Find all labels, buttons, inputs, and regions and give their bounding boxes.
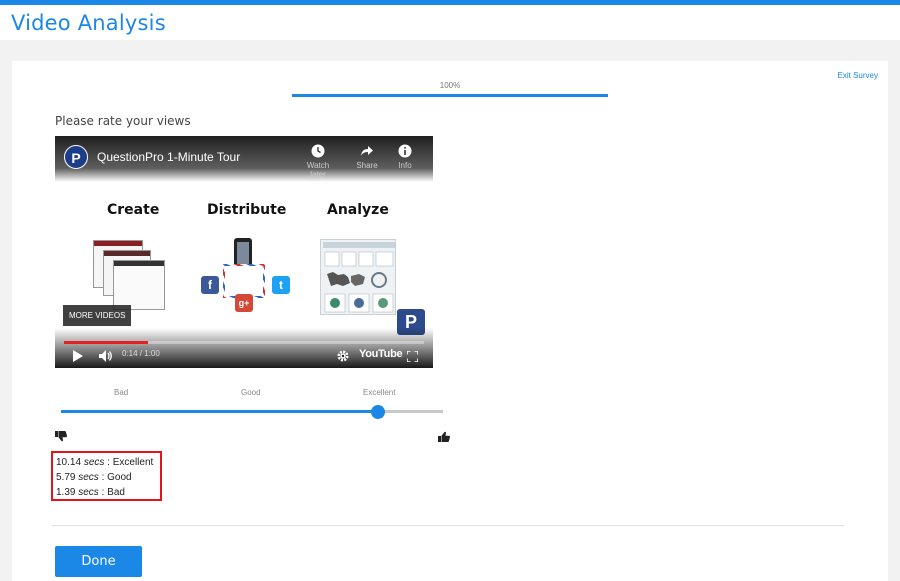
fullscreen-button[interactable] <box>406 349 419 367</box>
youtube-logo[interactable]: YouTube <box>359 348 403 360</box>
rating-slider-handle[interactable] <box>371 405 386 419</box>
video-scrubber-played <box>64 341 148 344</box>
progress-bar <box>292 94 608 97</box>
gear-icon <box>337 350 349 362</box>
play-icon <box>73 350 83 362</box>
divider <box>52 525 844 526</box>
result-row: 10.14 secs : Excellent <box>56 457 154 468</box>
more-videos-button[interactable]: MORE VIDEOS <box>63 305 132 326</box>
video-player[interactable]: Create Distribute Analyze f g+ t P MORE … <box>55 136 433 368</box>
volume-icon <box>99 350 112 362</box>
video-title[interactable]: QuestionPro 1-Minute Tour <box>97 150 240 164</box>
rating-slider-track[interactable] <box>61 410 443 413</box>
scale-label-good: Good <box>241 388 261 397</box>
scale-label-bad: Bad <box>114 388 129 397</box>
question-text: Please rate your views <box>55 114 191 128</box>
analyze-dashboard-illustration <box>320 239 396 315</box>
share-button[interactable]: Share <box>347 144 387 170</box>
fullscreen-icon <box>406 350 419 363</box>
result-row: 5.79 secs : Good <box>56 472 132 483</box>
twitter-icon: t <box>272 276 290 294</box>
exit-survey-link[interactable]: Exit Survey <box>838 71 878 80</box>
result-row: 1.39 secs : Bad <box>56 487 125 498</box>
volume-button[interactable] <box>99 349 113 367</box>
video-top-overlay: P QuestionPro 1-Minute Tour Watch later … <box>55 136 433 182</box>
progress-percent: 100% <box>439 81 461 90</box>
page-header: Video Analysis <box>0 5 900 40</box>
thumbs-up-icon <box>438 429 450 447</box>
progress-fill <box>292 94 608 97</box>
rating-results-box: 10.14 secs : Excellent 5.79 secs : Good … <box>51 451 162 501</box>
envelope-icon <box>223 264 265 298</box>
watch-later-button[interactable]: Watch later <box>298 144 338 179</box>
survey-panel: Exit Survey 100% Please rate your views … <box>12 61 888 581</box>
settings-button[interactable] <box>337 349 349 367</box>
video-column-create: Create <box>107 202 160 218</box>
googleplus-icon: g+ <box>235 294 253 312</box>
clock-icon <box>311 144 325 158</box>
share-icon <box>361 146 373 156</box>
done-button[interactable]: Done <box>55 546 142 577</box>
video-time: 0:14 / 1:00 <box>122 349 160 358</box>
watch-later-label: Watch later <box>306 161 330 179</box>
video-column-analyze: Analyze <box>327 202 389 218</box>
video-scrubber[interactable] <box>64 341 424 344</box>
thumbs-down-icon <box>55 429 67 447</box>
info-label: Info <box>398 161 412 170</box>
create-illustration <box>93 240 173 312</box>
distribute-illustration: f g+ t <box>198 236 293 316</box>
rating-slider-fill <box>61 410 379 413</box>
share-label: Share <box>356 161 378 170</box>
facebook-icon: f <box>201 276 219 294</box>
info-button[interactable]: Info <box>385 144 425 170</box>
page-title: Video Analysis <box>11 11 166 35</box>
video-column-distribute: Distribute <box>207 202 287 218</box>
scale-label-excellent: Excellent <box>363 388 396 397</box>
info-icon <box>398 144 412 158</box>
play-button[interactable] <box>73 349 83 367</box>
channel-avatar[interactable]: P <box>64 145 88 169</box>
